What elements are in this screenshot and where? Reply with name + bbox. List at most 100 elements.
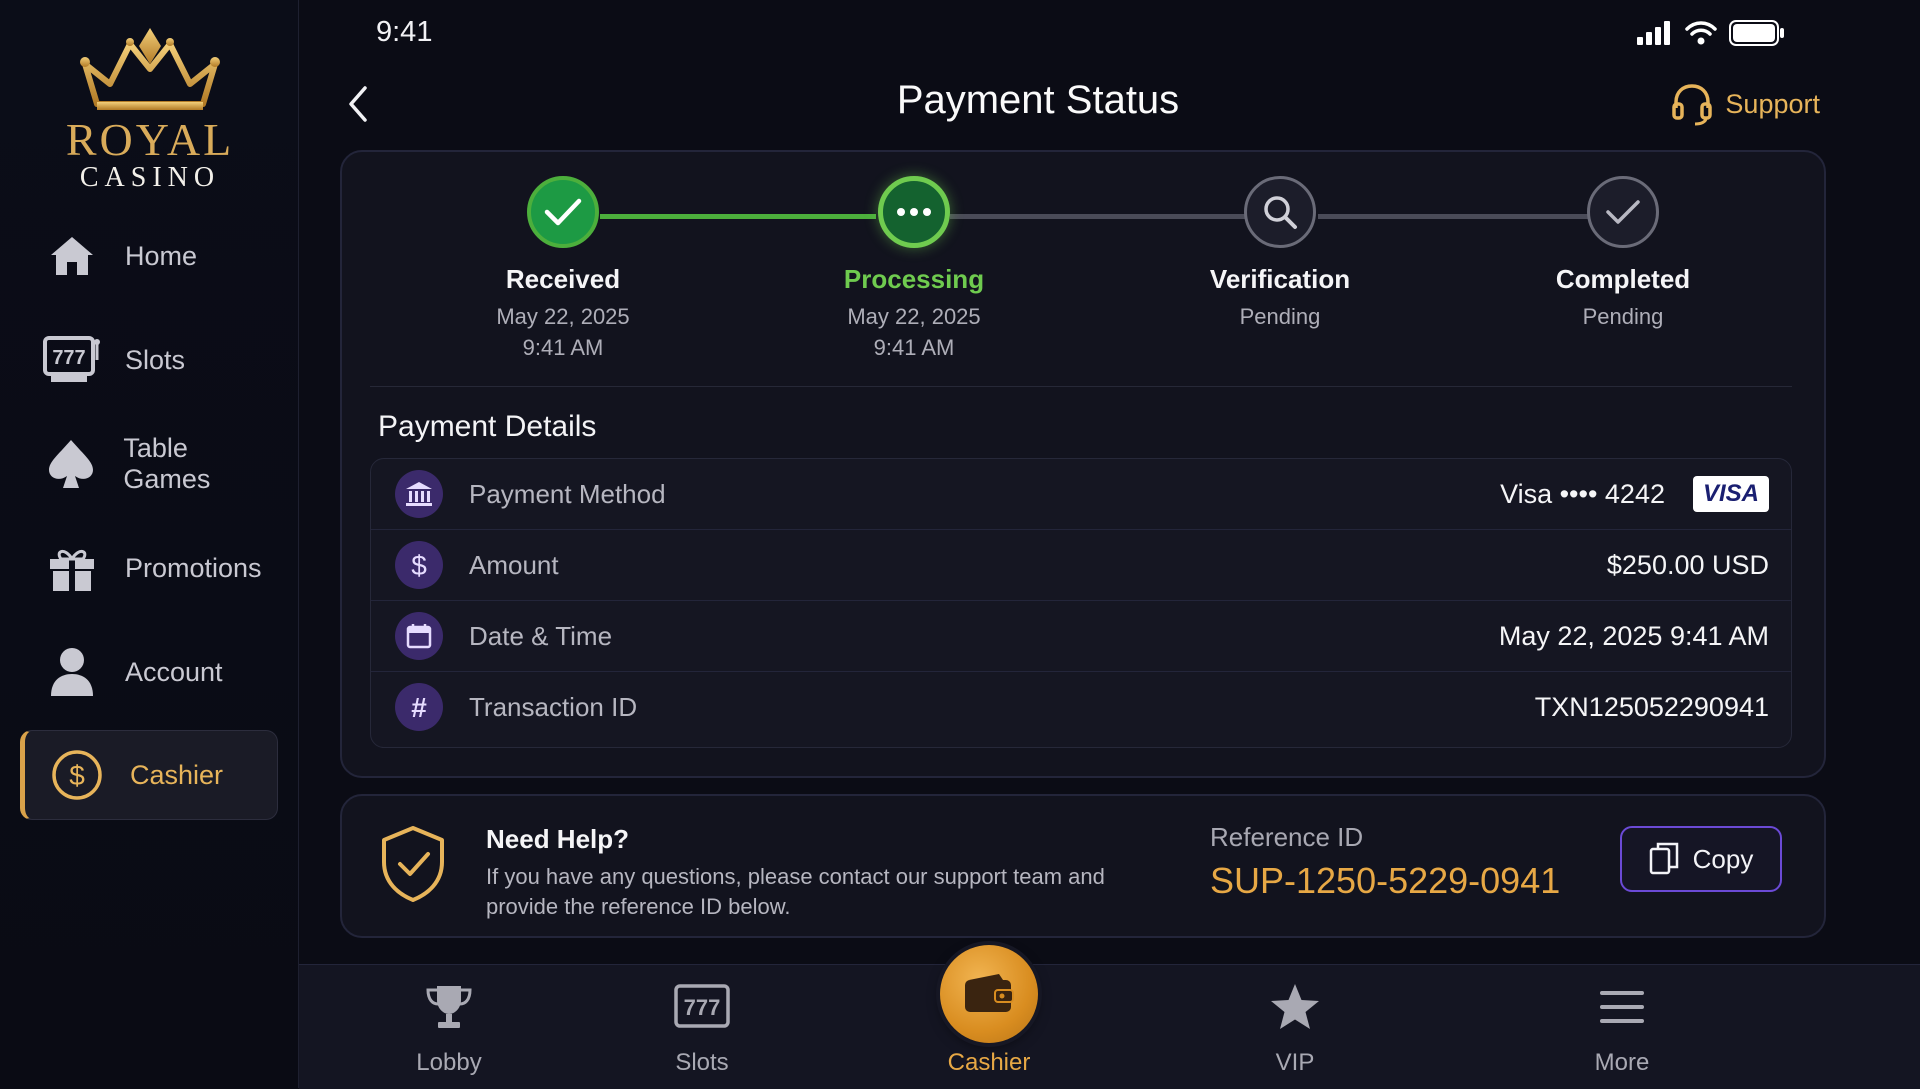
- wallet-icon: [940, 945, 1038, 1043]
- dollar-circle-icon: $: [47, 750, 107, 800]
- tab-label: Slots: [675, 1049, 729, 1076]
- copy-button[interactable]: Copy: [1620, 826, 1782, 892]
- copy-icon: [1649, 842, 1678, 875]
- page-title: Payment Status: [896, 78, 1180, 122]
- svg-text:$: $: [69, 760, 85, 791]
- step-processing: Processing May 22, 2025 9:41 AM: [764, 176, 1064, 363]
- sidebar-item-label: Table Games: [123, 433, 211, 494]
- tab-label: VIP: [1275, 1049, 1315, 1076]
- detail-value: TXN125052290941: [1535, 692, 1769, 723]
- detail-row-amount: $ Amount $250.00 USD: [371, 530, 1791, 601]
- status-bar-icons: [1637, 20, 1785, 46]
- step-label: Completed: [1555, 264, 1691, 294]
- sidebar-item-label: Promotions: [125, 552, 262, 583]
- step-status: Pending: [1239, 304, 1321, 329]
- sidebar-item-cashier[interactable]: $ Cashier: [20, 730, 278, 820]
- svg-text:$: $: [411, 550, 427, 580]
- sidebar-item-slots[interactable]: 777 Slots: [20, 314, 278, 406]
- step-time: 9:41 AM: [873, 335, 955, 360]
- card-number: Visa •••• 4242: [1500, 478, 1665, 509]
- tab-more[interactable]: More: [1542, 979, 1702, 1077]
- headset-icon: [1672, 84, 1713, 126]
- help-card: Need Help? If you have any questions, pl…: [340, 794, 1826, 938]
- sidebar-item-promotions[interactable]: Promotions: [20, 522, 278, 614]
- detail-row-payment-method: Payment Method Visa •••• 4242 VISA: [371, 459, 1791, 530]
- brand-name-top: ROYAL: [65, 114, 235, 165]
- tab-lobby[interactable]: Lobby: [369, 979, 529, 1077]
- step-date: May 22, 2025: [847, 304, 981, 329]
- tab-vip[interactable]: VIP: [1215, 979, 1375, 1077]
- detail-value: May 22, 2025 9:41 AM: [1499, 621, 1769, 652]
- tab-label: More: [1594, 1049, 1650, 1076]
- step-status: Pending: [1582, 304, 1664, 329]
- transaction-id-value: TXN125052290941: [1534, 691, 1769, 722]
- tab-slots[interactable]: 777 Slots: [622, 979, 782, 1077]
- step-label: Processing: [843, 264, 985, 294]
- divider: [370, 386, 1792, 387]
- dollar-icon: $: [395, 541, 443, 589]
- wifi-icon: [1685, 21, 1717, 45]
- detail-row-date-time: Date & Time May 22, 2025 9:41 AM: [371, 601, 1791, 672]
- hash-icon: #: [395, 683, 443, 731]
- brand-name-bottom: CASINO: [79, 162, 221, 193]
- search-icon: [1244, 176, 1316, 248]
- step-completed: Completed Pending: [1473, 176, 1773, 332]
- help-text: If you have any questions, please contac…: [486, 864, 1105, 919]
- detail-label: Amount: [469, 549, 559, 580]
- star-icon: [1215, 979, 1375, 1035]
- step-label: Verification: [1209, 264, 1351, 294]
- shield-check-icon: [382, 826, 444, 902]
- reference-id-label: Reference ID: [1210, 822, 1364, 852]
- check-icon: [527, 176, 599, 248]
- tab-label: Lobby: [416, 1049, 482, 1076]
- step-received: Received May 22, 2025 9:41 AM: [413, 176, 713, 363]
- detail-label: Date & Time: [469, 620, 613, 651]
- slot-machine-icon: 777: [42, 335, 102, 385]
- calendar-icon: [395, 612, 443, 660]
- support-label: Support: [1725, 88, 1820, 119]
- user-icon: [42, 647, 102, 697]
- step-date: May 22, 2025: [496, 304, 630, 329]
- detail-label: Transaction ID: [469, 691, 638, 722]
- step-time: 9:41 AM: [522, 335, 604, 360]
- sidebar-item-table-games[interactable]: Table Games: [20, 418, 278, 510]
- svg-text:777: 777: [52, 347, 85, 369]
- step-verification: Verification Pending: [1130, 176, 1430, 332]
- tab-label: Cashier: [947, 1049, 1031, 1076]
- reference-id-value: SUP-1250-5229-0941: [1210, 860, 1561, 901]
- status-bar-time: 9:41: [376, 16, 433, 48]
- payment-details-list: Payment Method Visa •••• 4242 VISA $ Amo…: [370, 458, 1792, 748]
- check-icon: [1587, 176, 1659, 248]
- slot-777-icon: 777: [622, 979, 782, 1035]
- sidebar-item-label: Account: [125, 656, 223, 687]
- sidebar-item-home[interactable]: Home: [20, 210, 278, 302]
- sidebar: ROYAL CASINO Home 777 Slots Table Games: [0, 0, 299, 1088]
- trophy-icon: [369, 979, 529, 1035]
- detail-row-transaction-id: # Transaction ID TXN125052290941: [371, 672, 1791, 742]
- tab-cashier[interactable]: Cashier: [909, 945, 1069, 1077]
- svg-text:777: 777: [684, 995, 721, 1020]
- detail-value: $250.00 USD: [1607, 550, 1769, 581]
- detail-value: Visa •••• 4242 VISA: [1500, 476, 1769, 512]
- bank-icon: [395, 470, 443, 518]
- sidebar-item-account[interactable]: Account: [20, 626, 278, 718]
- battery-icon: [1729, 20, 1784, 46]
- svg-text:#: #: [411, 693, 427, 721]
- visa-badge: VISA: [1692, 476, 1769, 512]
- more-dots-icon: [878, 176, 950, 248]
- home-icon: [42, 231, 102, 281]
- bottom-tab-bar: Lobby 777 Slots Cashier VIP More: [299, 945, 1920, 1089]
- payment-details-title: Payment Details: [378, 410, 597, 443]
- step-label: Received: [505, 264, 621, 294]
- amount-value: $250.00 USD: [1606, 549, 1769, 580]
- sidebar-item-label: Home: [125, 240, 198, 271]
- detail-label: Payment Method: [469, 478, 666, 509]
- support-button[interactable]: Support: [1671, 82, 1820, 126]
- gift-icon: [42, 543, 102, 593]
- copy-label: Copy: [1692, 843, 1754, 874]
- spade-icon: [42, 439, 100, 489]
- help-title: Need Help?: [486, 824, 630, 854]
- menu-icon: [1542, 979, 1702, 1035]
- signal-icon: [1637, 21, 1670, 45]
- sidebar-item-label: Cashier: [130, 759, 224, 790]
